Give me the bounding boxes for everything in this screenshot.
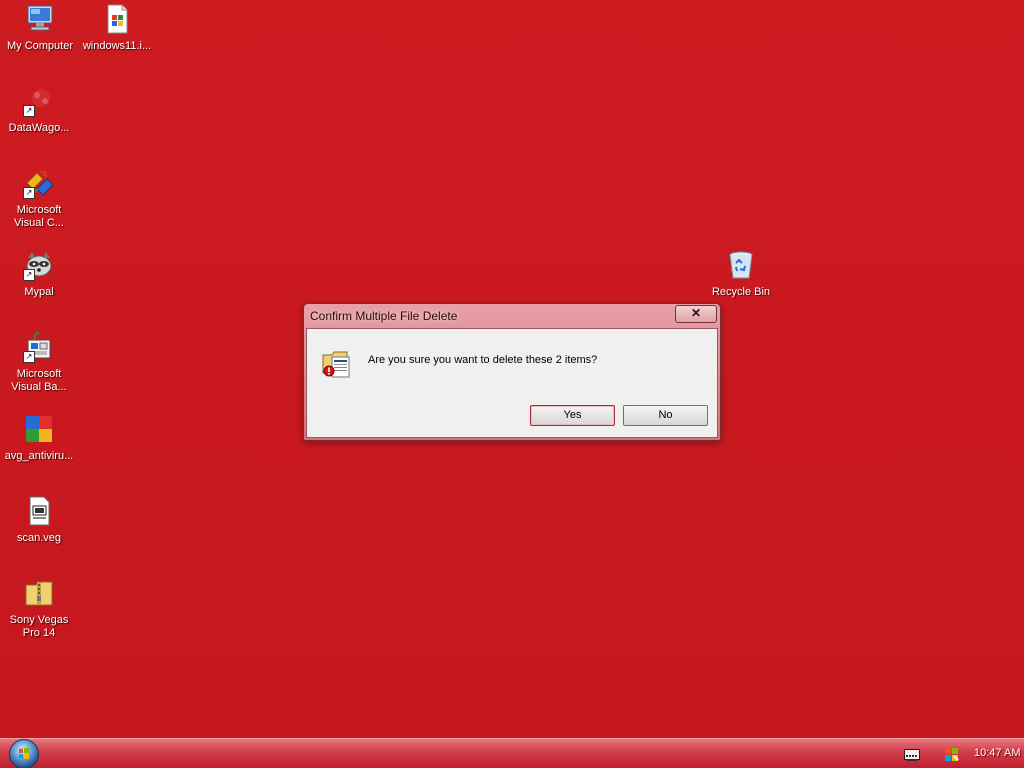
desktop-icon-label: My Computer <box>6 40 74 52</box>
avg-icon <box>23 413 55 445</box>
dialog-title: Confirm Multiple File Delete <box>310 309 458 323</box>
app-shortcut-icon: ↗ <box>23 85 55 117</box>
delete-files-warning-icon <box>321 347 353 379</box>
dialog-titlebar[interactable]: Confirm Multiple File Delete ✕ <box>304 304 720 328</box>
yes-button[interactable]: Yes <box>530 405 615 426</box>
desktop-icon-scan-veg[interactable]: scan.veg <box>0 495 78 545</box>
document-icon <box>101 3 133 35</box>
computer-icon <box>24 3 56 35</box>
close-button[interactable]: ✕ <box>675 305 717 323</box>
desktop-icon-label: Microsoft Visual Ba... <box>11 368 67 393</box>
desktop-icon-sony-vegas[interactable]: Sony Vegas Pro 14 <box>0 577 78 640</box>
desktop-icon-label: Recycle Bin <box>711 286 771 298</box>
taskbar: 10:47 AM <box>0 738 1024 768</box>
desktop-icon-label: avg_antiviru... <box>4 450 74 462</box>
visual-basic-icon: ↗ <box>23 331 55 363</box>
raccoon-icon: ↗ <box>23 249 55 281</box>
veg-file-icon <box>23 495 55 527</box>
desktop-icon-mypal[interactable]: ↗ Mypal <box>0 249 78 299</box>
desktop-icon-label: DataWago... <box>8 122 70 134</box>
desktop-icon-label: Sony Vegas Pro 14 <box>9 614 69 639</box>
shortcut-arrow-icon: ↗ <box>23 105 35 117</box>
windows-flag-icon[interactable] <box>944 746 960 762</box>
close-icon: ✕ <box>690 306 702 320</box>
clock[interactable]: 10:47 AM <box>974 747 1020 759</box>
desktop-icon-avg[interactable]: avg_antiviru... <box>0 413 78 463</box>
desktop: My Computer windows11.i... ↗ DataWago...… <box>0 0 1024 738</box>
desktop-icon-label: Microsoft Visual C... <box>14 204 64 229</box>
system-tray: 10:47 AM <box>874 739 1024 768</box>
confirm-delete-dialog: Confirm Multiple File Delete ✕ Are you s… <box>303 303 721 441</box>
desktop-icon-datawago[interactable]: ↗ DataWago... <box>0 85 78 135</box>
keyboard-icon[interactable] <box>904 749 920 761</box>
zip-folder-icon <box>23 577 55 609</box>
desktop-icon-ms-visual-basic[interactable]: ↗ Microsoft Visual Ba... <box>0 331 78 394</box>
start-button[interactable] <box>9 739 39 768</box>
windows-logo-icon <box>19 747 29 760</box>
desktop-icon-windows11[interactable]: windows11.i... <box>78 3 156 53</box>
desktop-icon-label: Mypal <box>24 286 54 298</box>
shortcut-arrow-icon: ↗ <box>23 187 35 199</box>
desktop-icon-label: scan.veg <box>16 532 62 544</box>
shortcut-arrow-icon: ↗ <box>23 269 35 281</box>
desktop-icon-my-computer[interactable]: My Computer <box>1 3 79 53</box>
desktop-icon-recycle-bin[interactable]: Recycle Bin <box>702 249 780 299</box>
dialog-body: Are you sure you want to delete these 2 … <box>306 328 718 438</box>
shortcut-arrow-icon: ↗ <box>23 351 35 363</box>
visual-c-icon: ↗ <box>23 167 55 199</box>
dialog-message: Are you sure you want to delete these 2 … <box>368 354 598 366</box>
desktop-icon-ms-visual-c[interactable]: ↗ Microsoft Visual C... <box>0 167 78 230</box>
no-button[interactable]: No <box>623 405 708 426</box>
desktop-icon-label: windows11.i... <box>82 40 152 52</box>
recycle-bin-icon <box>725 249 757 281</box>
